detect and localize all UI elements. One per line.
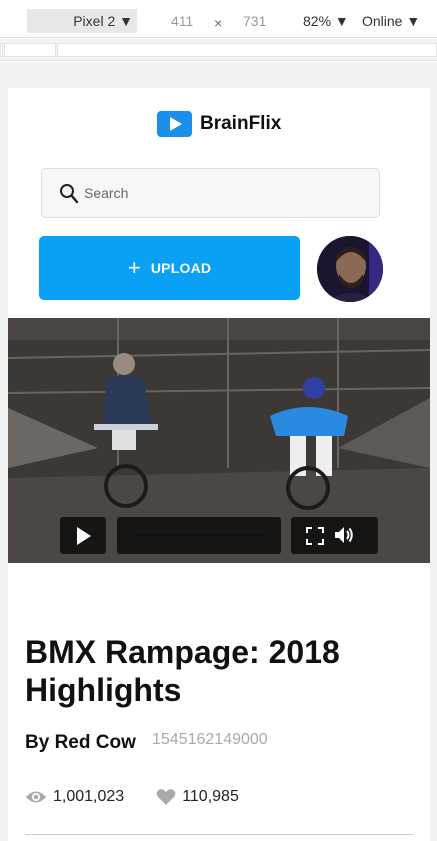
player-controls-right — [291, 517, 378, 554]
network-value: Online — [362, 13, 403, 29]
video-player[interactable] — [8, 318, 430, 563]
device-select[interactable]: Pixel 2 ▼ — [27, 9, 137, 33]
device-screen: BrainFlix + UPLOAD — [8, 88, 430, 841]
upload-label: UPLOAD — [150, 260, 212, 276]
zoom-value: 82% — [303, 13, 332, 29]
device-name: Pixel 2 — [73, 13, 116, 29]
upload-button[interactable]: + UPLOAD — [39, 236, 300, 300]
avatar[interactable] — [317, 236, 383, 302]
video-title: BMX Rampage: 2018 Highlights — [25, 634, 340, 708]
video-stats: 1,001,023 110,985 — [25, 786, 271, 808]
device-toolbar: Pixel 2 ▼ 411 × 731 82% ▼ Online ▼ — [0, 0, 437, 38]
play-logo-icon — [157, 111, 192, 137]
plus-icon: + — [127, 255, 141, 280]
views-count: 1,001,023 — [53, 788, 125, 805]
play-button[interactable] — [60, 517, 106, 554]
progress-bar[interactable] — [117, 517, 281, 554]
likes-stat[interactable]: 110,985 — [156, 788, 239, 806]
height-field[interactable]: 731 — [243, 13, 266, 29]
volume-icon[interactable] — [334, 526, 354, 544]
views-stat: 1,001,023 — [25, 788, 124, 806]
search-box — [41, 168, 380, 218]
progress-track — [133, 534, 265, 537]
network-select[interactable]: Online ▼ — [362, 13, 420, 29]
dimension-separator: × — [214, 15, 223, 31]
eye-icon — [26, 791, 46, 803]
heart-icon — [156, 789, 176, 805]
likes-count: 110,985 — [182, 788, 239, 805]
search-input[interactable] — [84, 169, 364, 217]
brand-name: BrainFlix — [200, 113, 282, 134]
video-author: By Red Cow — [25, 732, 136, 753]
width-field[interactable]: 411 — [171, 13, 193, 29]
video-timestamp: 1545162149000 — [152, 731, 268, 748]
avatar-portrait — [317, 236, 383, 302]
section-divider — [25, 834, 413, 835]
fullscreen-icon[interactable] — [306, 527, 324, 545]
media-query-bar — [0, 39, 437, 61]
brand-logo[interactable]: BrainFlix — [157, 111, 281, 137]
zoom-select[interactable]: 82% ▼ — [303, 13, 349, 29]
search-icon — [60, 184, 79, 204]
